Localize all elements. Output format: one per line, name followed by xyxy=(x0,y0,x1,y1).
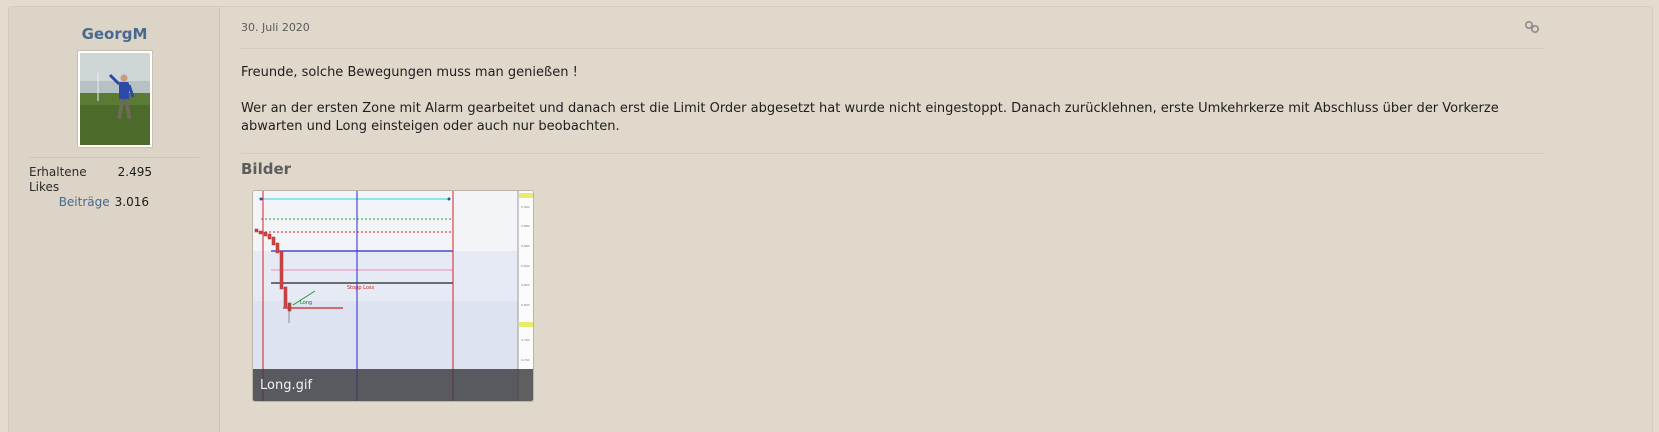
post-main: 30. Juli 2020 Freunde, solche Bewegungen… xyxy=(220,7,1652,432)
message-paragraph: Wer an der ersten Zone mit Alarm gearbei… xyxy=(241,101,1499,134)
stat-posts: Beiträge 3.016 xyxy=(29,195,149,210)
post-container: GeorgM Erhaltene Likes 2.495 Beiträge 3.… xyxy=(8,6,1653,432)
attachments-divider xyxy=(241,153,1544,154)
stat-likes-label: Erhaltene Likes xyxy=(29,165,87,194)
svg-text:0,860: 0,860 xyxy=(521,244,530,248)
attachments-title: Bilder xyxy=(241,160,292,178)
svg-text:0,760: 0,760 xyxy=(521,338,530,342)
chart-long-annotation: Long xyxy=(300,300,312,306)
svg-text:0,740: 0,740 xyxy=(521,358,530,362)
avatar[interactable] xyxy=(77,50,153,148)
attachment-filename: Long.gif xyxy=(253,369,533,401)
svg-text:0,840: 0,840 xyxy=(521,264,530,268)
svg-text:0,900: 0,900 xyxy=(521,205,530,209)
svg-text:0,880: 0,880 xyxy=(521,224,530,228)
svg-text:0,800: 0,800 xyxy=(521,303,530,307)
link-icon[interactable] xyxy=(1524,19,1540,35)
attachment-thumbnail[interactable]: 0,900 0,880 0,860 0,840 0,820 0,800 0,760 0,7… xyxy=(252,190,534,402)
svg-text:0,820: 0,820 xyxy=(521,283,530,287)
stat-likes: Erhaltene Likes 2.495 xyxy=(29,165,152,195)
user-info-panel: GeorgM Erhaltene Likes 2.495 Beiträge 3.… xyxy=(9,7,220,432)
post-date[interactable]: 30. Juli 2020 xyxy=(241,21,310,34)
chart-stop-loss-annotation: Stopp Loss xyxy=(347,285,374,291)
stat-posts-value: 3.016 xyxy=(114,195,149,209)
header-divider xyxy=(241,48,1544,49)
message-paragraph: Freunde, solche Bewegungen muss man geni… xyxy=(241,65,578,80)
user-divider xyxy=(29,157,199,158)
username-link[interactable]: GeorgM xyxy=(9,25,220,43)
user-stats: Erhaltene Likes 2.495 Beiträge 3.016 xyxy=(29,165,152,210)
stat-posts-link[interactable]: Beiträge xyxy=(59,195,110,210)
post-message: Freunde, solche Bewegungen muss man geni… xyxy=(241,64,1544,154)
stat-likes-value: 2.495 xyxy=(117,165,152,179)
